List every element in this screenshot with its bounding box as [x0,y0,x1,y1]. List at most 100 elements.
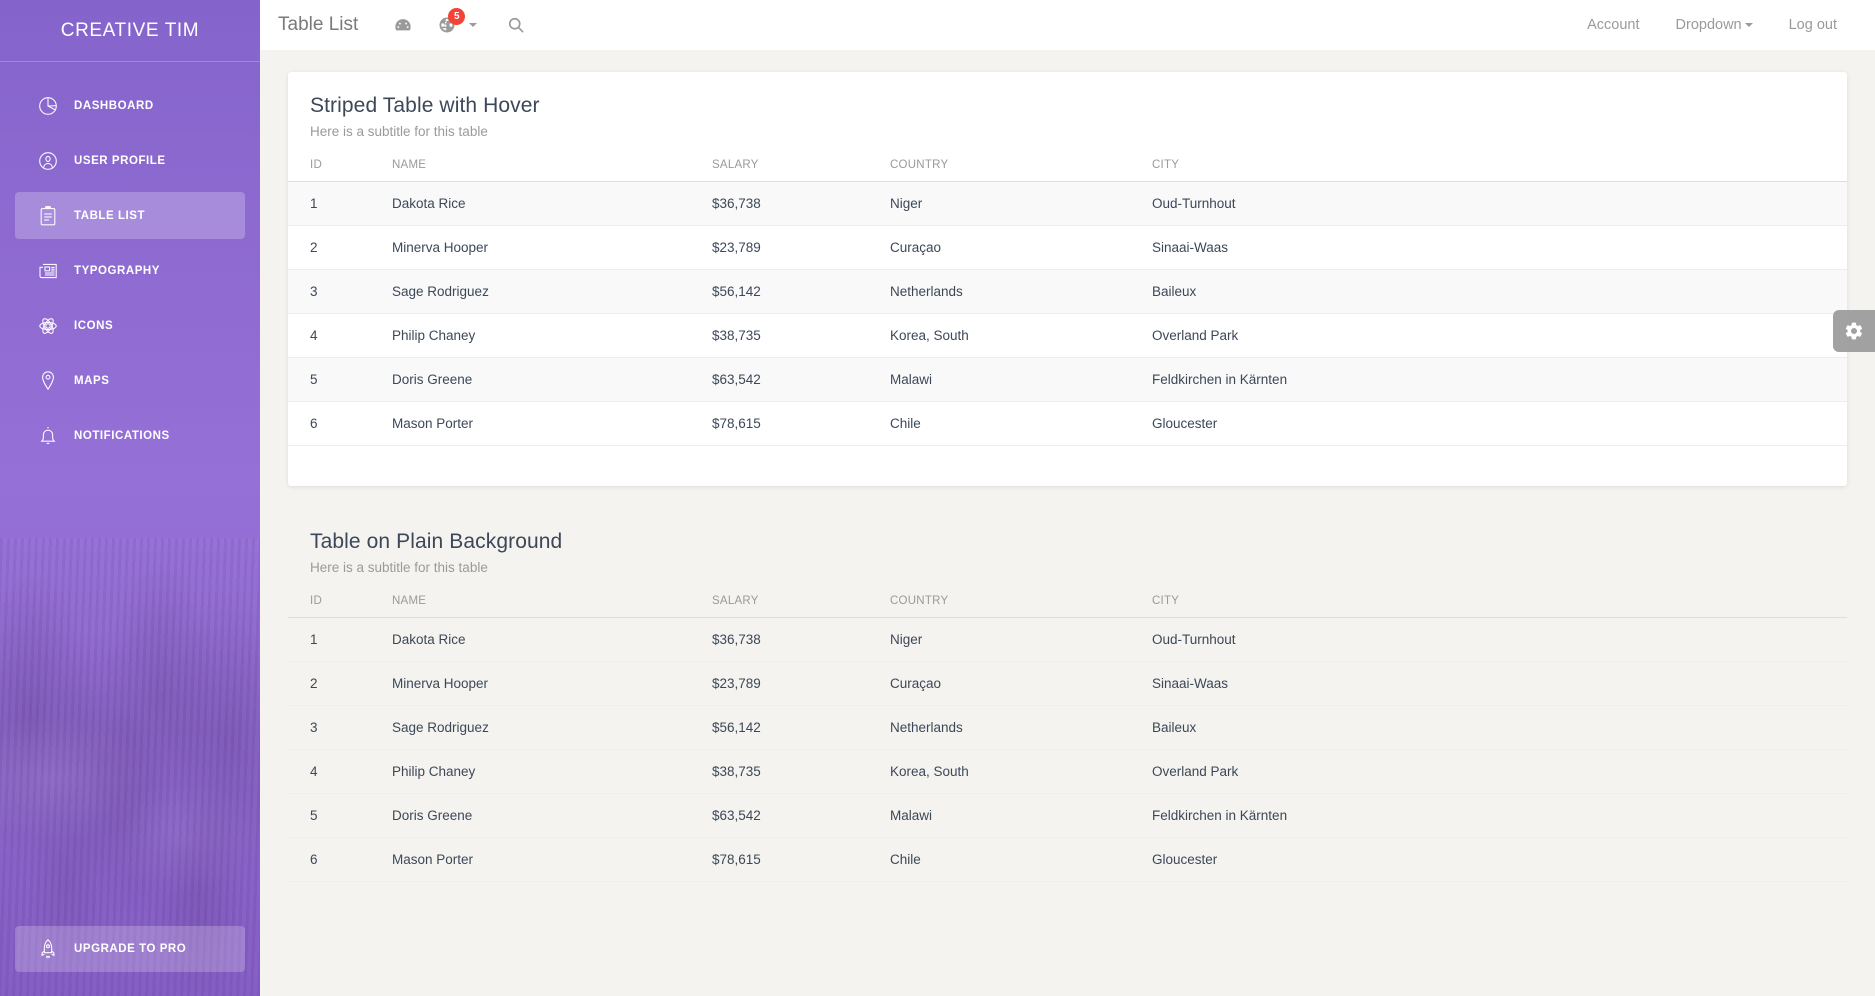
upgrade-to-pro-label: UPGRADE TO PRO [74,943,187,955]
rocket-icon [31,938,65,960]
column-header-name[interactable]: NAME [384,579,704,618]
table-row[interactable]: 4 Philip Chaney $38,735 Korea, South Overlan… [288,313,1847,358]
cell-salary: $36,738 [704,617,882,662]
sidebar-item-dashboard[interactable]: DASHBOARD [15,82,245,129]
card-subtitle: Here is a subtitle for this table [310,124,488,139]
cell-salary: $78,615 [704,401,882,446]
table-row[interactable]: 5 Doris Greene $63,542 Malawi Feldkirchen in… [288,357,1847,402]
chevron-down-icon [469,23,478,27]
column-header-id[interactable]: ID [288,143,384,182]
table-row[interactable]: 3 Sage Rodriguez $56,142 Netherlands Baileux [288,705,1847,750]
column-header-city[interactable]: CITY [1144,143,1847,182]
notification-badge: 5 [448,8,466,25]
cell-country: Malawi [882,793,1144,838]
sidebar: CREATIVE TIM DASHBOARD USER PROFILE TABLE … [0,0,260,996]
sidebar-item-table-list[interactable]: TABLE LIST [15,192,245,239]
cell-salary: $63,542 [704,793,882,838]
page-content: Striped Table with Hover Here is a subtit… [260,50,1875,996]
column-header-salary[interactable]: SALARY [704,143,882,182]
table-row[interactable]: 2 Minerva Hooper $23,789 Curaçao Sinaai-Waas [288,225,1847,270]
sidebar-item-label: TABLE LIST [74,209,146,222]
sidebar-item-user-profile[interactable]: USER PROFILE [15,137,245,184]
top-navigation-bar: Table List 5 Account Dropdown Log out [260,0,1875,50]
notifications-dropdown[interactable]: 5 [428,6,478,44]
cell-country: Chile [882,401,1144,446]
map-pin-icon [31,369,65,393]
speedometer-icon[interactable] [384,6,422,44]
cell-id: 5 [288,357,384,402]
cell-name: Dakota Rice [384,617,704,662]
cell-salary: $78,615 [704,837,882,882]
cell-name: Philip Chaney [384,749,704,794]
sidebar-item-label: ICONS [74,319,114,332]
cell-name: Sage Rodriguez [384,269,704,314]
column-header-salary[interactable]: SALARY [704,579,882,618]
table-row[interactable]: 6 Mason Porter $78,615 Chile Gloucester [288,837,1847,882]
table-row[interactable]: 1 Dakota Rice $36,738 Niger Oud-Turnhout [288,181,1847,226]
sidebar-item-label: TYPOGRAPHY [74,264,161,277]
table-row[interactable]: 1 Dakota Rice $36,738 Niger Oud-Turnhout [288,617,1847,662]
settings-fab[interactable] [1833,310,1875,352]
table-row[interactable]: 5 Doris Greene $63,542 Malawi Feldkirchen in… [288,793,1847,838]
cell-country: Chile [882,837,1144,882]
chevron-down-icon [1744,23,1753,27]
table-row[interactable]: 4 Philip Chaney $38,735 Korea, South Overlan… [288,749,1847,794]
cell-city: Overland Park [1144,313,1847,358]
cell-salary: $36,738 [704,181,882,226]
app-root: CREATIVE TIM DASHBOARD USER PROFILE TABLE … [0,0,1875,996]
table-row[interactable]: 3 Sage Rodriguez $56,142 Netherlands Baileux [288,269,1847,314]
cell-name: Doris Greene [384,357,704,402]
sidebar-item-label: MAPS [74,374,110,387]
topbar-link-log-out[interactable]: Log out [1773,9,1853,41]
cell-salary: $56,142 [704,705,882,750]
column-header-city[interactable]: CITY [1144,579,1847,618]
cell-country: Niger [882,181,1144,226]
cell-name: Sage Rodriguez [384,705,704,750]
cell-country: Curaçao [882,225,1144,270]
cell-id: 4 [288,313,384,358]
sidebar-item-typography[interactable]: TYPOGRAPHY [15,247,245,294]
cell-city: Feldkirchen in Kärnten [1144,793,1847,838]
sidebar-nav: DASHBOARD USER PROFILE TABLE LIST TYPOGRAPH… [0,82,260,467]
pie-chart-icon [31,94,65,118]
clipboard-icon [31,204,65,228]
data-table: ID NAME SALARY COUNTRY CITY 1 Dakota Rice $36,7… [288,143,1847,446]
column-header-name[interactable]: NAME [384,143,704,182]
cell-city: Baileux [1144,705,1847,750]
column-header-country[interactable]: COUNTRY [882,579,1144,618]
table-card-2: Table on Plain Background Here is a subti… [288,508,1847,922]
cell-country: Netherlands [882,705,1144,750]
topbar-icon-group: 5 [384,6,535,44]
cell-id: 6 [288,837,384,882]
table-row[interactable]: 6 Mason Porter $78,615 Chile Gloucester [288,401,1847,446]
sidebar-item-maps[interactable]: MAPS [15,357,245,404]
topbar-link-label: Dropdown [1675,17,1742,33]
globe-icon[interactable]: 5 [428,6,466,44]
search-icon[interactable] [497,6,535,44]
sidebar-item-icons[interactable]: ICONS [15,302,245,349]
cell-country: Malawi [882,357,1144,402]
cell-name: Minerva Hooper [384,225,704,270]
cell-name: Dakota Rice [384,181,704,226]
column-header-id[interactable]: ID [288,579,384,618]
card-title: Table on Plain Background [310,530,563,553]
cell-name: Philip Chaney [384,313,704,358]
column-header-country[interactable]: COUNTRY [882,143,1144,182]
card-title: Striped Table with Hover [310,94,540,117]
upgrade-to-pro-button[interactable]: UPGRADE TO PRO [15,926,245,972]
data-table: ID NAME SALARY COUNTRY CITY 1 Dakota Rice $36,7… [288,579,1847,882]
topbar-link-dropdown[interactable]: Dropdown [1660,9,1769,41]
sidebar-item-notifications[interactable]: NOTIFICATIONS [15,412,245,459]
brand-logo[interactable]: CREATIVE TIM [0,0,260,62]
table-row[interactable]: 2 Minerva Hooper $23,789 Curaçao Sinaai-Waas [288,661,1847,706]
topbar-link-account[interactable]: Account [1571,9,1655,41]
newspaper-icon [31,259,65,283]
cell-id: 1 [288,181,384,226]
cell-country: Korea, South [882,313,1144,358]
cell-country: Curaçao [882,661,1144,706]
cell-name: Minerva Hooper [384,661,704,706]
atom-icon [31,314,65,338]
cell-city: Oud-Turnhout [1144,617,1847,662]
sidebar-item-label: DASHBOARD [74,99,154,112]
table-card-1: Striped Table with Hover Here is a subtit… [288,72,1847,486]
